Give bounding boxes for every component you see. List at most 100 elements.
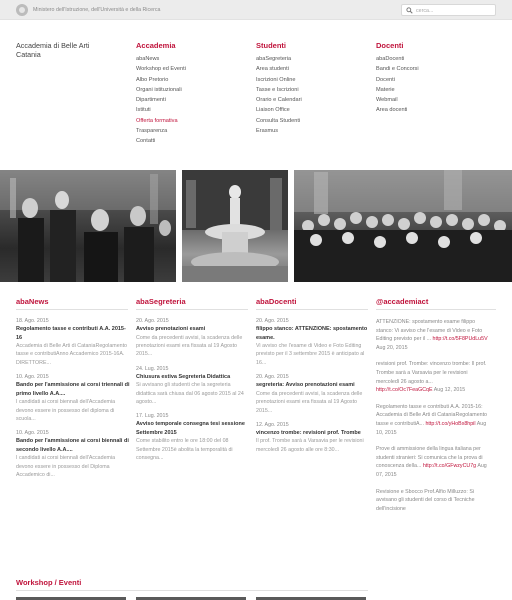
news-title[interactable]: Regolamento tasse e contributi A.A. 2015… <box>16 325 130 342</box>
nav-item-area-docenti[interactable]: Area docenti <box>376 105 486 115</box>
nav-studenti: Studenti abaSegreteria Area studenti Isc… <box>256 41 366 136</box>
nav-item-orario[interactable]: Orario e Calendari <box>256 95 366 105</box>
news-excerpt: Come da precedenti avvisi, la scadenza d… <box>136 334 243 358</box>
news-excerpt: Come stabilito entro le ore 18:00 del 08… <box>136 438 233 462</box>
tweet-date[interactable]: Aug 12, 2015 <box>434 387 466 393</box>
brand-line-2: Catania <box>16 49 41 59</box>
news-item[interactable]: 10. Ago. 2015 Bando per l'ammissione ai … <box>16 373 130 423</box>
search-icon[interactable] <box>406 7 413 14</box>
news-date: 20. Ago. 2015 <box>256 318 289 324</box>
nav-item-materie[interactable]: Materie <box>376 85 486 95</box>
tweet-link[interactable]: http://t.co/yHoBx8hpil <box>425 421 475 427</box>
nav-item-liaison[interactable]: Liaison Office <box>256 105 366 115</box>
tweet-link[interactable]: http://t.co/5F8PUdLu5V <box>433 336 488 342</box>
divider <box>376 309 496 310</box>
divider <box>136 309 248 310</box>
news-item[interactable]: 12. Ago. 2015 vincenzo trombe: revisioni… <box>256 421 370 454</box>
nav-title-docenti[interactable]: Docenti <box>376 41 486 50</box>
nav-item-erasmus[interactable]: Erasmus <box>256 126 366 136</box>
news-item[interactable]: 20. Ago. 2015 Avviso prenotazioni esami … <box>136 317 250 359</box>
tweet-item: Revisione e Sbocco Prof.Alfio Milluzzo: … <box>376 488 488 514</box>
nav-item-abadocenti[interactable]: abaDocenti <box>376 54 486 64</box>
news-item[interactable]: 24. Lug. 2015 Chiusura estiva Segreteria… <box>136 365 250 407</box>
divider <box>256 309 368 310</box>
divider <box>16 309 128 310</box>
nav-item-trasparenza[interactable]: Trasparenza <box>136 126 246 136</box>
twitter-feed: ATTENZIONE: spostamento esame filippo st… <box>376 318 488 521</box>
section-title-abasegreteria[interactable]: abaSegreteria <box>136 297 186 306</box>
nav-item-docenti[interactable]: Docenti <box>376 75 486 85</box>
news-excerpt: Il prof. Trombe sarà a Varsavia per le r… <box>256 438 364 453</box>
ministry-link[interactable]: Ministero dell'Istruzione, dell'Universi… <box>33 7 160 13</box>
nav-item-albo[interactable]: Albo Pretorio <box>136 75 246 85</box>
news-excerpt: I candidati ai corsi biennali dell'Accad… <box>16 399 116 423</box>
section-title-twitter[interactable]: @accademiact <box>376 297 428 306</box>
abadocenti-list: 20. Ago. 2015 filippo stanco: ATTENZIONE… <box>256 317 370 460</box>
tweet-item: Regolamento tasse e contributi A.A. 2015… <box>376 403 488 437</box>
tweet-link[interactable]: http://t.co/Oc7FeaGCqE <box>376 387 433 393</box>
search-input[interactable] <box>416 6 494 15</box>
nav-item-workshop[interactable]: Workshop ed Eventi <box>136 64 246 74</box>
tweet-text: Revisione e Sbocco Prof.Alfio Milluzzo: … <box>376 488 475 512</box>
news-title[interactable]: Bando per l'ammissione ai corsi biennali… <box>16 437 130 454</box>
section-title-workshop[interactable]: Workshop / Eventi <box>16 578 81 587</box>
news-title[interactable]: Avviso temporale consegna tesi sessione … <box>136 420 250 437</box>
news-date: 20. Ago. 2015 <box>136 318 169 324</box>
tweet-link[interactable]: http://t.co/GFwzyCU7g <box>423 463 476 469</box>
news-date: 10. Ago. 2015 <box>16 374 49 381</box>
news-excerpt: Vi avviso che l'esame di Video e Foto Ed… <box>256 343 365 366</box>
news-title[interactable]: Avviso prenotazioni esami <box>136 325 250 334</box>
nav-title-accademia[interactable]: Accademia <box>136 41 246 50</box>
tweet-item: revisioni prof. Trombe: vincenzo trombe:… <box>376 360 488 394</box>
nav-item-contatti[interactable]: Contatti <box>136 136 246 146</box>
news-item[interactable]: 18. Ago. 2015 Regolamento tasse e contri… <box>16 317 130 367</box>
top-bar: Ministero dell'Istruzione, dell'Universi… <box>0 0 512 20</box>
news-date: 18. Ago. 2015 <box>16 318 49 324</box>
news-excerpt: Come da precedenti avvisi, la scadenza d… <box>256 390 363 414</box>
seal-logo-icon[interactable] <box>16 4 28 16</box>
nav-item-webmail[interactable]: Webmail <box>376 95 486 105</box>
nav-accademia: Accademia abaNews Workshop ed Eventi Alb… <box>136 41 246 147</box>
divider <box>16 590 368 591</box>
nav-item-offerta[interactable]: Offerta formativa <box>136 116 246 126</box>
tweet-item: Prove di ammissione della lingua italian… <box>376 445 488 479</box>
news-item[interactable]: 10. Ago. 2015 Bando per l'ammissione ai … <box>16 429 130 479</box>
news-title[interactable]: Chiusura estiva Segreteria Didattica <box>136 373 250 382</box>
nav-item-abasegreteria[interactable]: abaSegreteria <box>256 54 366 64</box>
nav-item-iscrizioni[interactable]: Iscrizioni Online <box>256 75 366 85</box>
news-item[interactable]: 17. Lug. 2015 Avviso temporale consegna … <box>136 412 250 462</box>
news-item[interactable]: 20. Ago. 2015 segreteria: Avviso prenota… <box>256 373 370 415</box>
news-date: 20. Ago. 2015 <box>256 374 289 381</box>
abasegreteria-list: 20. Ago. 2015 Avviso prenotazioni esami … <box>136 317 250 469</box>
nav-item-bandi[interactable]: Bandi e Concorsi <box>376 64 486 74</box>
photo-crowd <box>294 170 512 282</box>
nav-title-studenti[interactable]: Studenti <box>256 41 366 50</box>
nav-item-abanews[interactable]: abaNews <box>136 54 246 64</box>
nav-item-consulta[interactable]: Consulta Studenti <box>256 116 366 126</box>
section-title-abanews[interactable]: abaNews <box>16 297 49 306</box>
nav-item-organi[interactable]: Organi istituzionali <box>136 85 246 95</box>
news-item[interactable]: 20. Ago. 2015 filippo stanco: ATTENZIONE… <box>256 317 370 367</box>
news-date: 24. Lug. 2015 <box>136 365 169 372</box>
nav-item-area-studenti[interactable]: Area studenti <box>256 64 366 74</box>
news-title[interactable]: filippo stanco: ATTENZIONE: spostamento … <box>256 325 370 342</box>
nav-docenti: Docenti abaDocenti Bandi e Concorsi Doce… <box>376 41 486 116</box>
news-title[interactable]: Bando per l'ammissione ai corsi triennal… <box>16 381 130 398</box>
news-date: 10. Ago. 2015 <box>16 430 49 437</box>
nav-item-dipartimenti[interactable]: Dipartimenti <box>136 95 246 105</box>
news-title[interactable]: vincenzo trombe: revisioni prof. Trombe <box>256 429 370 438</box>
news-date: 12. Ago. 2015 <box>256 421 289 428</box>
search-box[interactable] <box>401 4 496 16</box>
nav-item-istituti[interactable]: Istituti <box>136 105 246 115</box>
news-title[interactable]: segreteria: Avviso prenotazioni esami <box>256 381 370 390</box>
tweet-date[interactable]: Aug 20, 2015 <box>376 345 408 351</box>
tweet-text: revisioni prof. Trombe: vincenzo trombe:… <box>376 361 487 385</box>
brand-title[interactable]: Accademia di Belle Arti Catania <box>16 41 116 59</box>
section-title-abadocenti[interactable]: abaDocenti <box>256 297 296 306</box>
news-excerpt: Accademia di Belle Arti di CataniaRegola… <box>16 343 128 366</box>
news-date: 17. Lug. 2015 <box>136 413 169 420</box>
nav-item-tasse[interactable]: Tasse e Iscrizioni <box>256 85 366 95</box>
photo-fountain <box>182 170 288 282</box>
abanews-list: 18. Ago. 2015 Regolamento tasse e contri… <box>16 317 130 486</box>
news-excerpt: Si avvisano gli studenti che la segreter… <box>136 382 244 406</box>
